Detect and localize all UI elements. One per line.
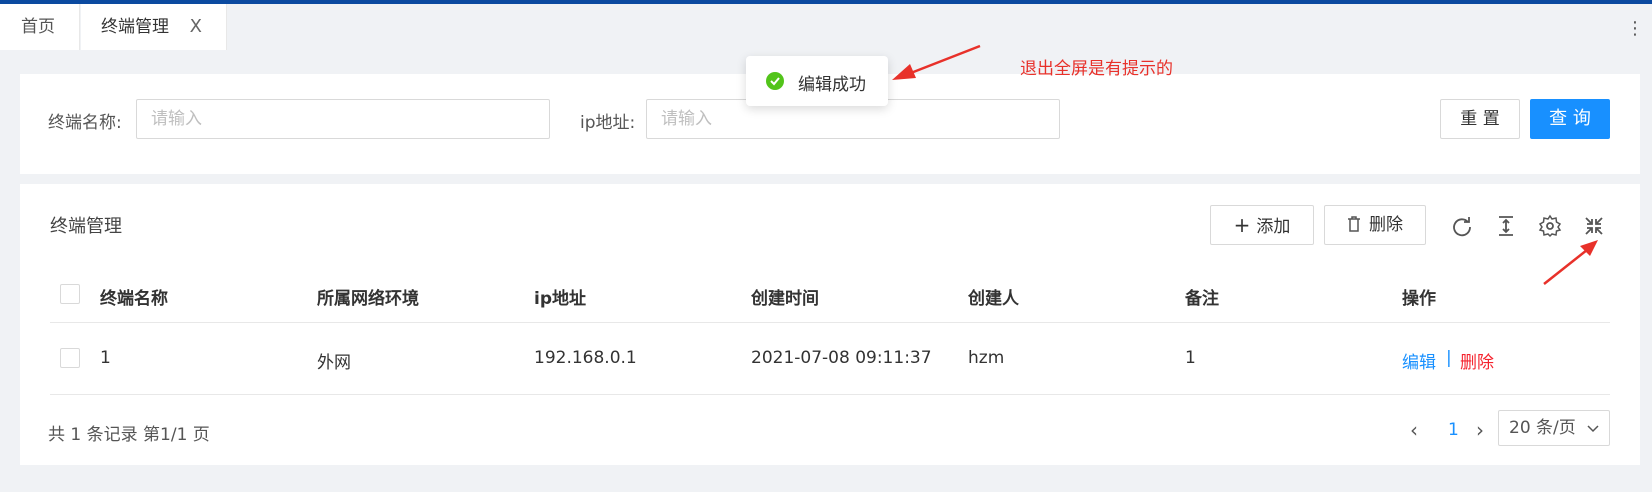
cell-name: 1 xyxy=(100,348,111,368)
tab-terminal-label: 终端管理 xyxy=(101,17,169,37)
close-icon[interactable]: X xyxy=(190,4,202,50)
panel-title: 终端管理 xyxy=(50,216,122,237)
select-all-checkbox[interactable] xyxy=(60,284,80,304)
page-size-select[interactable]: 20 条/页 xyxy=(1498,410,1610,446)
column-header-remark: 备注 xyxy=(1185,289,1219,309)
tab-home[interactable]: 首页 xyxy=(0,4,80,50)
refresh-icon[interactable] xyxy=(1450,214,1474,238)
column-height-icon[interactable] xyxy=(1494,214,1518,238)
next-page-icon[interactable]: › xyxy=(1476,418,1484,442)
tab-bar: 首页 终端管理 X ⋮ xyxy=(0,4,1652,50)
prev-page-icon[interactable]: ‹ xyxy=(1410,418,1418,442)
ip-address-label: ip地址: xyxy=(580,113,636,133)
page-size-value: 20 条/页 xyxy=(1509,418,1576,438)
add-button-label: 添加 xyxy=(1256,217,1291,237)
more-vertical-icon[interactable]: ⋮ xyxy=(1626,18,1644,39)
delete-button-label: 删除 xyxy=(1369,215,1403,235)
column-header-created-at: 创建时间 xyxy=(751,289,819,309)
page-number-current[interactable]: 1 xyxy=(1448,420,1459,440)
row-divider xyxy=(50,394,1610,395)
row-checkbox[interactable] xyxy=(60,348,80,368)
success-toast: 编辑成功 xyxy=(746,56,888,106)
column-header-creator: 创建人 xyxy=(968,289,1019,309)
terminal-name-label: 终端名称: xyxy=(48,113,122,133)
terminal-name-input[interactable]: 请输入 xyxy=(136,99,550,139)
query-button[interactable]: 查 询 xyxy=(1530,99,1610,139)
plus-icon: + xyxy=(1233,213,1251,237)
tab-terminal-management[interactable]: 终端管理 X xyxy=(81,4,227,50)
annotation-text: 退出全屏是有提示的 xyxy=(1020,59,1173,79)
annotation-arrow-to-fullscreen xyxy=(1543,240,1598,285)
reset-button[interactable]: 重 置 xyxy=(1440,99,1520,139)
cell-remark: 1 xyxy=(1185,348,1196,368)
add-button[interactable]: + 添加 xyxy=(1210,205,1314,245)
trash-icon xyxy=(1348,216,1360,232)
cell-network: 外网 xyxy=(317,353,351,373)
edit-link[interactable]: 编辑 xyxy=(1402,348,1436,373)
check-circle-icon xyxy=(766,72,784,90)
column-header-name: 终端名称 xyxy=(100,289,168,309)
settings-icon[interactable] xyxy=(1538,214,1562,238)
toast-message: 编辑成功 xyxy=(798,75,866,95)
cell-ip: 192.168.0.1 xyxy=(534,348,637,368)
cell-created-at: 2021-07-08 09:11:37 xyxy=(751,348,932,368)
tab-home-label: 首页 xyxy=(21,17,55,37)
delete-link[interactable]: 删除 xyxy=(1460,348,1494,373)
pagination-summary: 共 1 条记录 第1/1 页 xyxy=(48,425,210,445)
cell-creator: hzm xyxy=(968,348,1005,368)
table-panel: 终端管理 + 添加 删除 终端名称 所属网络环境 ip地址 创建时间 创建人 备注… xyxy=(20,184,1640,465)
chevron-down-icon xyxy=(1587,425,1599,433)
column-header-actions: 操作 xyxy=(1402,289,1436,309)
annotation-arrow-to-toast xyxy=(892,44,981,80)
header-divider xyxy=(50,322,1610,323)
delete-button[interactable]: 删除 xyxy=(1324,205,1426,245)
action-separator: | xyxy=(1446,348,1452,368)
column-header-ip: ip地址 xyxy=(534,289,586,309)
column-header-network: 所属网络环境 xyxy=(317,289,419,309)
fullscreen-exit-icon[interactable] xyxy=(1582,214,1606,238)
